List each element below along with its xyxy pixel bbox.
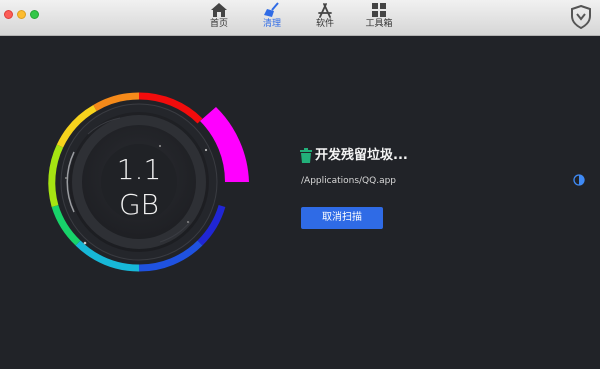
tab-clean[interactable]: 清理 [250,2,294,34]
gauge-size-value: 1.1 [116,153,162,186]
close-window-button[interactable] [4,10,13,19]
gauge-segment-lime [48,144,64,207]
cancel-scan-button[interactable]: 取消扫描 [301,207,383,229]
tab-software-label: 软件 [315,19,334,29]
scan-status-title: 开发残留垃圾... [315,148,408,163]
tab-software[interactable]: 软件 [303,2,347,34]
tab-home[interactable]: 首页 [197,2,241,34]
broom-icon [264,2,279,17]
tab-home-label: 首页 [209,19,228,29]
grid-icon [372,3,386,17]
gauge-size-unit: GB [118,188,160,221]
home-icon [211,3,227,17]
zoom-window-button[interactable] [30,10,39,19]
tab-toolbox-label: 工具箱 [365,19,393,29]
minimize-window-button[interactable] [17,10,26,19]
progress-pie-icon [573,174,585,186]
tab-toolbox[interactable]: 工具箱 [357,2,401,34]
scan-current-path: /Applications/QQ.app [301,176,397,186]
title-bar: 首页 清理 软件 工具箱 [0,0,600,36]
tab-clean-label: 清理 [262,19,281,29]
trash-icon [300,148,312,163]
shield-logo-icon[interactable] [570,5,592,29]
app-store-icon [318,3,332,18]
